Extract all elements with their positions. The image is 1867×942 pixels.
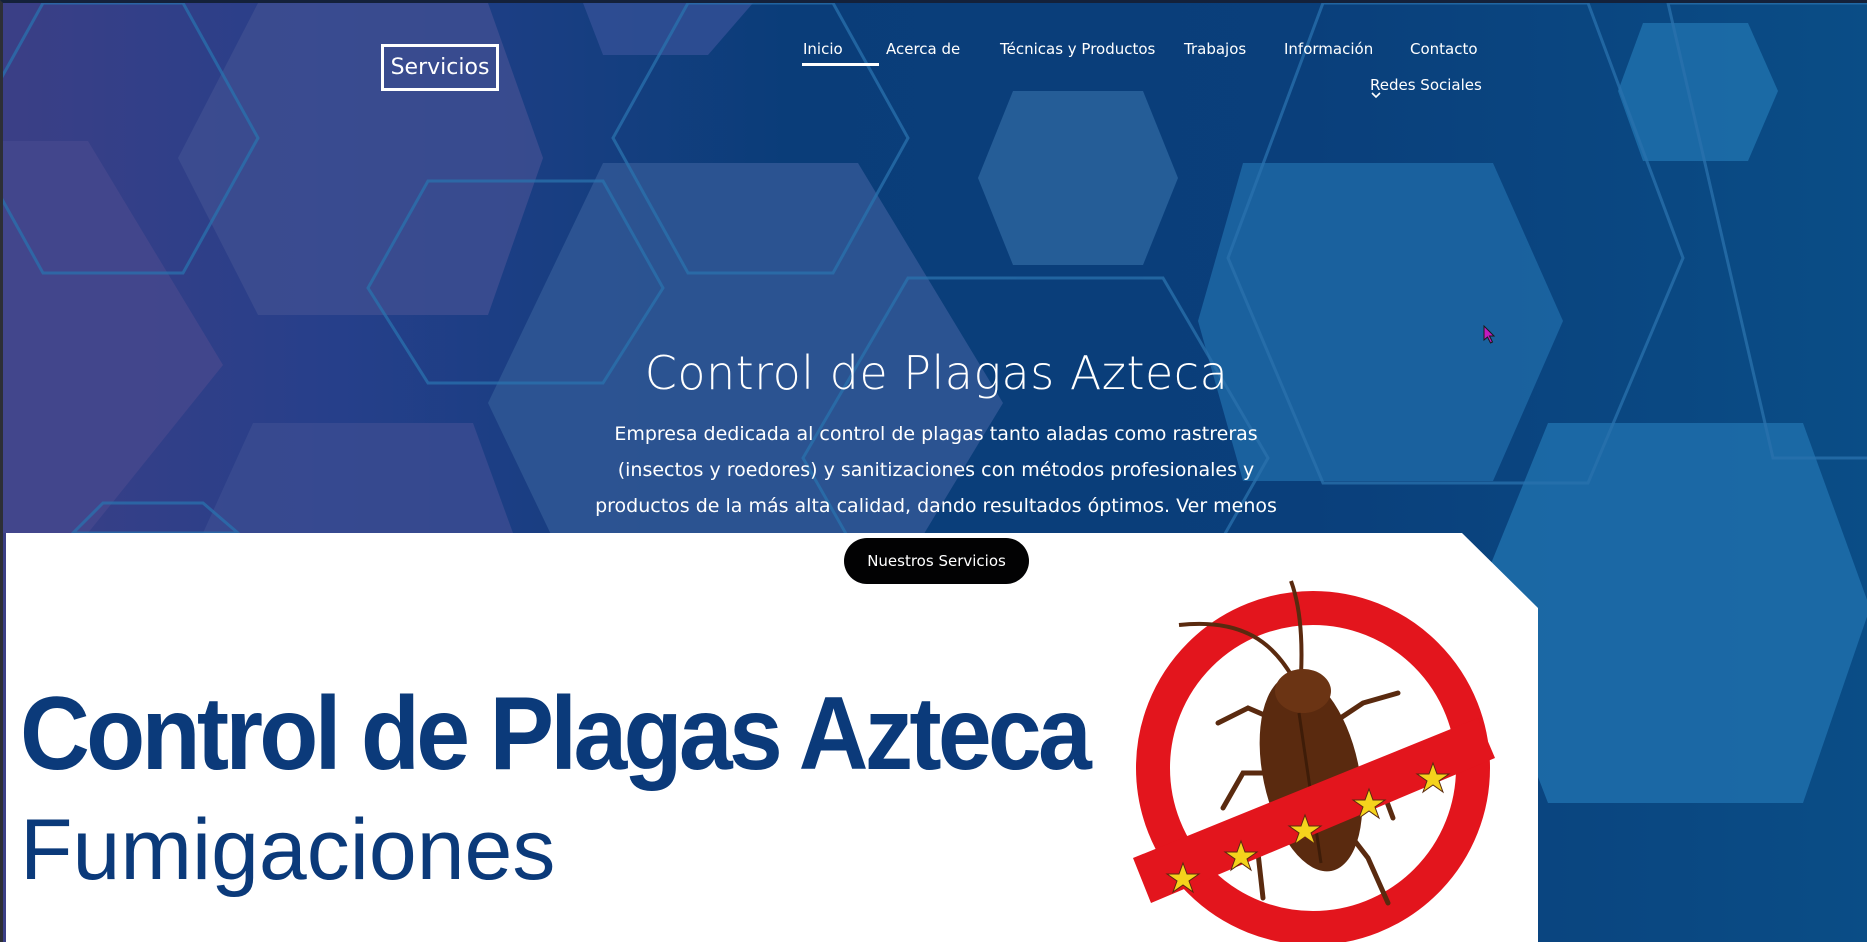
chevron-down-icon[interactable] (1370, 90, 1382, 100)
nuestros-servicios-button[interactable]: Nuestros Servicios (844, 538, 1029, 584)
nav-item-trabajos[interactable]: Trabajos (1184, 40, 1246, 58)
banner-subtitle: Fumigaciones (20, 802, 556, 898)
logo-servicios-button[interactable]: Servicios (381, 44, 499, 91)
nav-item-inicio[interactable]: Inicio (803, 40, 843, 58)
hero-title: Control de Plagas Azteca (644, 346, 1229, 400)
nav-item-tecnicas-y-productos[interactable]: Técnicas y Productos (1000, 40, 1155, 58)
no-cockroach-icon (1133, 580, 1495, 942)
mouse-cursor-icon (1483, 325, 1496, 344)
nav-item-informacion[interactable]: Información (1284, 40, 1373, 58)
banner-title: Control de Plagas Azteca (20, 676, 1092, 792)
page: Servicios Inicio Acerca de Técnicas y Pr… (0, 0, 1867, 942)
nav-item-contacto[interactable]: Contacto (1410, 40, 1478, 58)
nav-item-redes-sociales[interactable]: Redes Sociales (1370, 76, 1482, 94)
nav-item-acerca-de[interactable]: Acerca de (886, 40, 960, 58)
hero-description: Empresa dedicada al control de plagas ta… (595, 423, 1277, 517)
nav-active-indicator (802, 63, 879, 66)
